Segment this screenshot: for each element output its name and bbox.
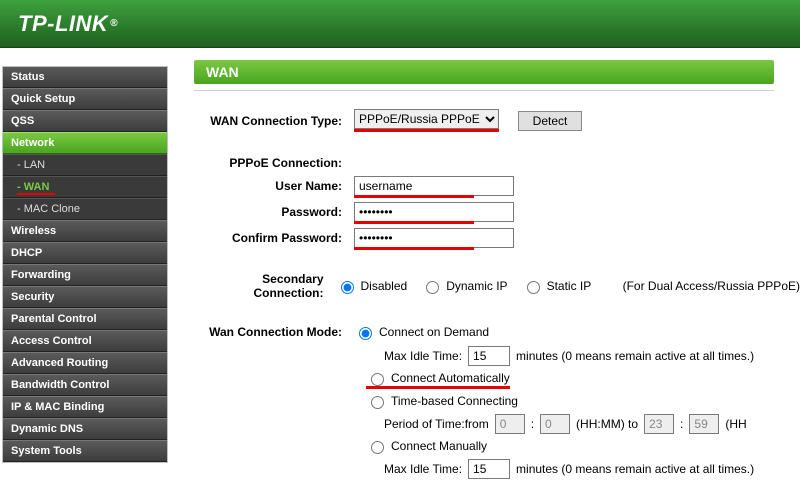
reg-mark: ® — [110, 18, 118, 29]
row-conn-type: WAN Connection Type: PPPoE/Russia PPPoE … — [194, 109, 800, 132]
secondary-staticip-radio[interactable] — [527, 281, 540, 294]
nav-parental[interactable]: Parental Control — [3, 308, 167, 330]
confirm-red-under — [354, 228, 514, 248]
nav-network[interactable]: Network — [3, 132, 167, 154]
secondary-disabled-radio[interactable] — [341, 281, 354, 294]
divider — [194, 90, 774, 91]
max-idle2-note: minutes (0 means remain active at all ti… — [516, 462, 754, 476]
secondary-disabled-label: Disabled — [361, 279, 408, 293]
mode-time[interactable]: Time-based Connecting — [366, 393, 518, 409]
conn-type-select[interactable]: PPPoE/Russia PPPoE — [354, 109, 499, 129]
secondary-disabled[interactable]: Disabled — [336, 278, 408, 294]
mode-auto-radio[interactable] — [371, 373, 384, 386]
brand-text: TP-LINK — [18, 11, 108, 37]
username-red-under — [354, 176, 514, 196]
mode-demand[interactable]: Connect on Demand — [354, 324, 489, 340]
secondary-staticip-label: Static IP — [547, 279, 592, 293]
mode-demand-sub: Max Idle Time: minutes (0 means remain a… — [194, 346, 800, 366]
mode-manual[interactable]: Connect Manually — [366, 438, 487, 454]
secondary-dynip[interactable]: Dynamic IP — [421, 278, 507, 294]
hhmm-sep: (HH:MM) to — [576, 417, 638, 431]
max-idle-input[interactable] — [468, 346, 510, 366]
nav-ddns[interactable]: Dynamic DNS — [3, 418, 167, 440]
sidebar: Status Quick Setup QSS Network - LAN - W… — [0, 48, 170, 463]
conn-type-content: PPPoE/Russia PPPoE Detect — [354, 109, 582, 132]
row-secondary: Secondary Connection: Disabled Dynamic I… — [194, 272, 800, 300]
password-label: Password: — [194, 205, 354, 219]
password-red-under — [354, 202, 514, 222]
nav-ipmac[interactable]: IP & MAC Binding — [3, 396, 167, 418]
password-input[interactable] — [354, 202, 514, 222]
secondary-dynip-label: Dynamic IP — [446, 279, 507, 293]
red-underline-icon — [17, 193, 55, 195]
layout: Status Quick Setup QSS Network - LAN - W… — [0, 48, 800, 483]
secondary-label: Secondary Connection: — [194, 272, 336, 300]
mode-time-row: Time-based Connecting Period of Time:fro… — [194, 393, 800, 434]
row-pppoe-section: PPPoE Connection: — [194, 156, 800, 170]
mode-demand-radio[interactable] — [359, 327, 372, 340]
conn-type-label: WAN Connection Type: — [194, 114, 354, 128]
mode-manual-label: Connect Manually — [391, 439, 487, 453]
brand-logo: TP-LINK® — [18, 11, 118, 37]
mode-manual-row: Connect Manually Max Idle Time: minutes … — [194, 438, 800, 479]
confirm-input[interactable] — [354, 228, 514, 248]
period-label: Period of Time:from — [384, 417, 489, 431]
secondary-staticip[interactable]: Static IP — [522, 278, 592, 294]
nav-qss[interactable]: QSS — [3, 110, 167, 132]
max-idle2-label: Max Idle Time: — [384, 462, 462, 476]
mode-time-label: Time-based Connecting — [391, 394, 518, 408]
colon2: : — [680, 417, 683, 431]
conn-type-red-under: PPPoE/Russia PPPoE — [354, 109, 499, 132]
mode-label: Wan Connection Mode: — [194, 325, 354, 339]
max-idle2-input[interactable] — [468, 459, 510, 479]
nav-bw-control[interactable]: Bandwidth Control — [3, 374, 167, 396]
content: WAN Connection Type: PPPoE/Russia PPPoE … — [194, 109, 800, 479]
nav-mac-clone[interactable]: - MAC Clone — [3, 198, 167, 220]
nav-access[interactable]: Access Control — [3, 330, 167, 352]
confirm-label: Confirm Password: — [194, 231, 354, 245]
nav-forwarding[interactable]: Forwarding — [3, 264, 167, 286]
header: TP-LINK® — [0, 0, 800, 48]
max-idle-label: Max Idle Time: — [384, 349, 462, 363]
nav-systools[interactable]: System Tools — [3, 440, 167, 462]
row-password: Password: — [194, 202, 800, 222]
mode-auto-label: Connect Automatically — [391, 371, 510, 385]
nav-wireless[interactable]: Wireless — [3, 220, 167, 242]
mode-auto[interactable]: Connect Automatically — [366, 370, 510, 386]
row-mode: Wan Connection Mode: Connect on Demand — [194, 324, 800, 340]
row-confirm: Confirm Password: — [194, 228, 800, 248]
hh-tail: (HH — [725, 417, 746, 431]
nav-dhcp[interactable]: DHCP — [3, 242, 167, 264]
mode-auto-row: Connect Automatically — [194, 370, 800, 389]
mode-manual-radio[interactable] — [371, 441, 384, 454]
period-hh1 — [495, 414, 525, 434]
nav-status[interactable]: Status — [3, 67, 167, 88]
username-label: User Name: — [194, 179, 354, 193]
nav-quick-setup[interactable]: Quick Setup — [3, 88, 167, 110]
mode-demand-label: Connect on Demand — [379, 325, 489, 339]
mode-time-radio[interactable] — [371, 396, 384, 409]
row-username: User Name: — [194, 176, 800, 196]
page-title: WAN — [194, 60, 774, 84]
dual-note: (For Dual Access/Russia PPPoE) — [623, 279, 800, 293]
pppoe-section-label: PPPoE Connection: — [194, 156, 354, 170]
colon1: : — [531, 417, 534, 431]
nav: Status Quick Setup QSS Network - LAN - W… — [2, 66, 168, 463]
username-input[interactable] — [354, 176, 514, 196]
max-idle-note: minutes (0 means remain active at all ti… — [516, 349, 754, 363]
main: WAN WAN Connection Type: PPPoE/Russia PP… — [170, 48, 800, 483]
nav-wan[interactable]: - WAN — [3, 176, 167, 198]
period-mm2 — [689, 414, 719, 434]
nav-security[interactable]: Security — [3, 286, 167, 308]
period-hh2 — [644, 414, 674, 434]
nav-wan-label: - WAN — [17, 181, 49, 193]
secondary-dynip-radio[interactable] — [426, 281, 439, 294]
detect-button[interactable]: Detect — [518, 111, 583, 131]
nav-adv-routing[interactable]: Advanced Routing — [3, 352, 167, 374]
period-mm1 — [540, 414, 570, 434]
nav-lan[interactable]: - LAN — [3, 154, 167, 176]
